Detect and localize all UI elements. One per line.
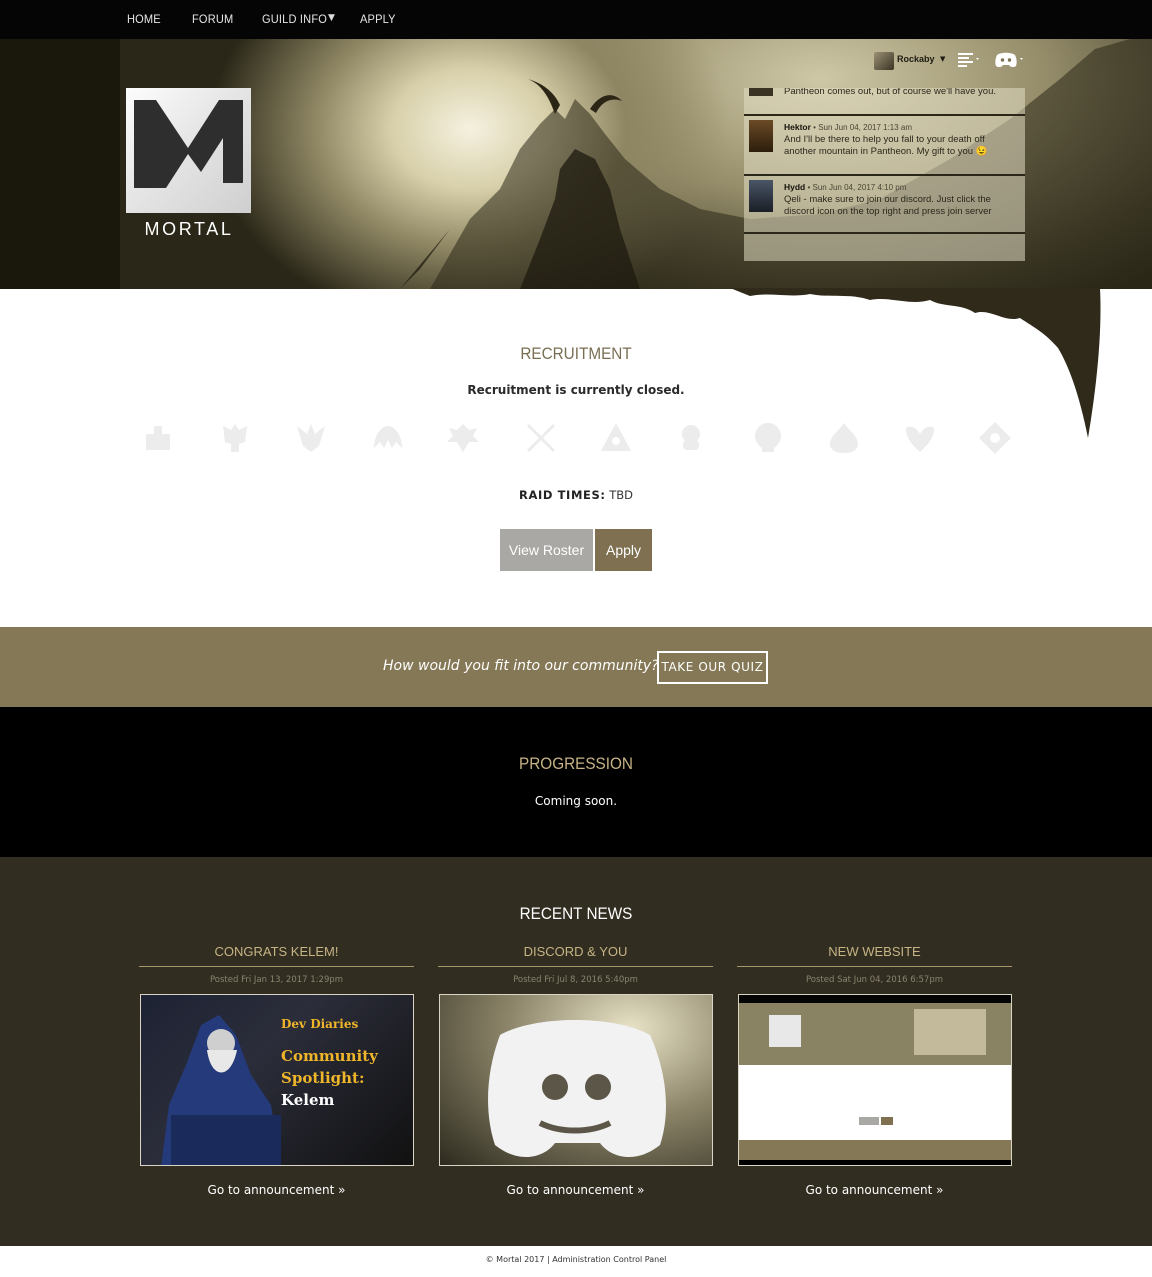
shout-date: • Sun Jun 04, 2017 4:10 pm [807,183,907,192]
quiz-question: How would you fit into our community? [383,658,659,674]
news-title[interactable]: CONGRATS KELEM! [139,944,414,967]
warrior-icon [146,426,170,450]
druid-icon [830,423,858,453]
shoutbox[interactable]: Pantheon comes out, but of course we'll … [744,88,1025,261]
avatar [749,120,773,152]
avatar [749,88,773,96]
footer-text[interactable]: © Mortal 2017 | Administration Control P… [0,1255,1152,1264]
shout-author[interactable]: Hydd [784,182,805,192]
logo-text: MORTAL [144,219,234,239]
news-card: CONGRATS KELEM! Posted Fri Jan 13, 2017 … [139,944,414,1197]
shout-message: Hydd • Sun Jun 04, 2017 4:10 pm Qeli - m… [744,176,1025,234]
news-link[interactable]: Go to announcement » [438,1183,713,1197]
shaman-icon [447,424,479,452]
raid-times-value: TBD [609,488,633,502]
shout-message: Pantheon comes out, but of course we'll … [744,88,1025,116]
rogue-icon [374,426,402,448]
avatar [749,180,773,212]
menu-icon[interactable] [958,52,980,68]
shout-date: • Sun Jun 04, 2017 1:13 am [813,123,913,132]
view-roster-button[interactable]: View Roster [500,529,593,571]
news-link[interactable]: Go to announcement » [737,1183,1012,1197]
shout-text: And I'll be there to help you fall to yo… [784,134,988,157]
take-quiz-button[interactable]: TAKE OUR QUIZ [657,651,768,684]
user-avatar[interactable] [874,52,894,70]
raid-times-label: RAID TIMES: [519,488,606,502]
recruitment-status: Recruitment is currently closed. [467,383,685,397]
necromancer-icon [755,423,781,452]
news-date: Posted Fri Jul 8, 2016 5:40pm [513,975,638,985]
news-image-caption: Community [281,1047,378,1065]
shout-text: Pantheon comes out, but of course we'll … [784,88,996,97]
username[interactable]: Rockaby [897,54,935,64]
news-title[interactable]: NEW WEBSITE [737,944,1012,967]
news-date: Posted Sat Jun 04, 2016 6:57pm [805,975,944,985]
progression-title: PROGRESSION [519,754,633,773]
top-navigation: HOME FORUM GUILD INFO ▼ APPLY [0,0,1152,39]
news-image-caption: Spotlight: [281,1069,365,1087]
enchanter-icon [682,425,700,450]
chevron-down-icon[interactable]: ▼ [940,55,945,63]
news-image-caption: Kelem [281,1091,335,1109]
ranger-icon [297,424,325,452]
news-date: Posted Fri Jan 13, 2017 1:29pm [209,975,344,985]
priest-icon [601,423,631,451]
news-image[interactable] [738,994,1012,1166]
shout-author[interactable]: Hektor [784,122,811,132]
shout-message: Hektor • Sun Jun 04, 2017 1:13 am And I'… [744,116,1025,176]
recruitment-title: RECRUITMENT [520,344,632,363]
nav-apply[interactable]: APPLY [360,0,396,39]
news-link[interactable]: Go to announcement » [139,1183,414,1197]
hero-banner: MORTAL Rockaby ▼ Pantheon comes out, but… [0,39,1152,289]
news-title[interactable]: DISCORD & YOU [438,944,713,967]
mortal-logo[interactable] [126,88,251,213]
apply-button[interactable]: Apply [595,529,652,571]
news-card: NEW WEBSITE Posted Sat Jun 04, 2016 6:57… [737,944,1012,1197]
paladin-icon [223,424,247,452]
progression-section [0,707,1152,857]
wizard-icon [906,426,934,452]
shout-text: Qeli - make sure to join our discord. Ju… [784,194,992,217]
class-icons [140,420,1012,460]
news-card: DISCORD & YOU Posted Fri Jul 8, 2016 5:4… [438,944,713,1197]
progression-text: Coming soon. [534,794,618,808]
chevron-down-icon[interactable]: ▼ [328,13,335,23]
recent-news-title: RECENT NEWS [519,904,633,923]
discord-icon[interactable] [995,52,1025,68]
monk-icon [979,422,1011,454]
news-image-caption: Dev Diaries [281,1017,359,1031]
nav-home[interactable]: HOME [127,0,161,39]
nav-guild-info[interactable]: GUILD INFO [262,0,327,39]
news-image[interactable] [439,994,713,1166]
nav-forum[interactable]: FORUM [192,0,233,39]
news-image[interactable]: Dev Diaries Community Spotlight: Kelem [140,994,414,1166]
warlord-icon [527,424,555,452]
